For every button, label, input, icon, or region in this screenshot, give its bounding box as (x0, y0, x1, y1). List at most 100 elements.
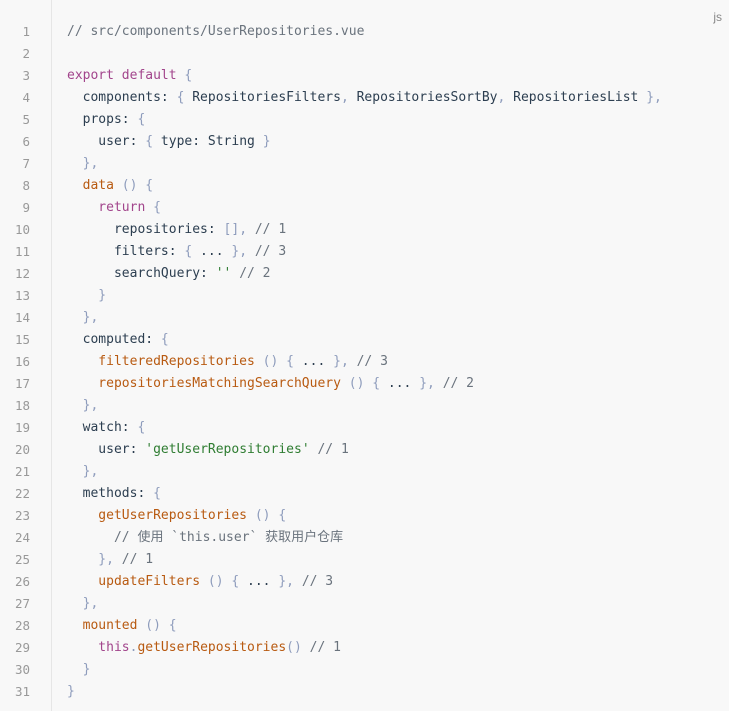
code-token: // 2 (239, 266, 271, 281)
code-line: 21 }, (0, 461, 729, 483)
code-token: } (262, 134, 271, 149)
code-token: '' (215, 266, 232, 281)
code-block: js 1// src/components/UserRepositories.v… (0, 0, 729, 711)
code-text: export default { (67, 65, 192, 87)
code-text: data () { (67, 175, 153, 197)
code-token: }, (419, 376, 435, 391)
code-token: searchQuery: (67, 266, 216, 281)
code-token: updateFilters (67, 574, 201, 589)
code-line: 27 }, (0, 593, 729, 615)
line-number: 30 (14, 662, 30, 677)
code-token: // 3 (301, 574, 334, 589)
line-number: 28 (14, 618, 30, 633)
code-text: user: 'getUserRepositories' // 1 (67, 439, 349, 461)
line-number: 21 (14, 464, 30, 479)
code-token: }, (646, 90, 662, 105)
code-line: 22 methods: { (0, 483, 729, 505)
code-line: 15 computed: { (0, 329, 729, 351)
code-text: computed: { (67, 329, 169, 351)
code-token: // 1 (309, 640, 341, 655)
code-token: filters: (67, 244, 185, 259)
code-text: }, // 1 (67, 549, 153, 571)
code-token: () (286, 640, 302, 655)
code-token: , (340, 90, 349, 105)
code-line: 11 filters: { ... }, // 3 (0, 241, 729, 263)
code-text: } (67, 285, 106, 307)
code-token: ... (192, 244, 232, 259)
code-text: getUserRepositories () { (67, 505, 286, 527)
line-number: 7 (22, 156, 30, 171)
code-line: 5 props: { (0, 109, 729, 131)
line-number: 6 (22, 134, 30, 149)
code-text: watch: { (67, 417, 146, 439)
code-text: user: { type: String } (67, 131, 271, 153)
code-text: // src/components/UserRepositories.vue (67, 21, 364, 43)
code-line: 10 repositories: [], // 1 (0, 219, 729, 241)
code-line: 3 export default { (0, 65, 729, 87)
code-token: }, (333, 354, 349, 369)
code-line: 23 getUserRepositories () { (0, 505, 729, 527)
line-number: 8 (22, 178, 30, 193)
code-token: }, (67, 398, 99, 413)
code-text: repositoriesMatchingSearchQuery () { ...… (67, 373, 474, 395)
code-token: props: (67, 112, 138, 127)
code-token: return (67, 200, 146, 215)
code-text: }, (67, 593, 99, 615)
code-text: }, (67, 153, 99, 175)
code-text: }, (67, 307, 99, 329)
line-number: 25 (14, 552, 30, 567)
line-number: 23 (14, 508, 30, 523)
code-line: 2 (0, 43, 729, 65)
code-text: filteredRepositories () { ... }, // 3 (67, 351, 388, 373)
code-token: user: (67, 442, 146, 457)
code-line: 26 updateFilters () { ... }, // 3 (0, 571, 729, 593)
line-number: 2 (22, 46, 30, 61)
code-text: } (67, 681, 75, 703)
code-token: // 3 (254, 244, 287, 259)
code-line: 14 }, (0, 307, 729, 329)
code-line: 24 // 使用 `this.user` 获取用户仓库 (0, 527, 729, 549)
code-token: { (184, 68, 193, 83)
code-line: 30 } (0, 659, 729, 681)
code-text: methods: { (67, 483, 161, 505)
code-token: 'getUserRepositories' (145, 442, 310, 457)
code-text: updateFilters () { ... }, // 3 (67, 571, 333, 593)
code-line: 16 filteredRepositories () { ... }, // 3 (0, 351, 729, 373)
line-number: 18 (14, 398, 30, 413)
code-token: repositoriesMatchingSearchQuery (67, 376, 341, 391)
code-token: // 2 (442, 376, 475, 391)
code-line: 19 watch: { (0, 417, 729, 439)
line-number: 24 (14, 530, 30, 545)
code-text: // 使用 `this.user` 获取用户仓库 (67, 527, 343, 549)
code-token: }, (67, 464, 99, 479)
line-number: 3 (22, 68, 30, 83)
code-token: }, (67, 156, 99, 171)
code-token: RepositoriesFilters (184, 90, 341, 105)
code-line: 6 user: { type: String } (0, 131, 729, 153)
code-token: getUserRepositories (67, 508, 248, 523)
line-number: 20 (14, 442, 30, 457)
code-token: getUserRepositories (137, 640, 287, 655)
code-text: mounted () { (67, 615, 177, 637)
code-line: 20 user: 'getUserRepositories' // 1 (0, 439, 729, 461)
code-token: filteredRepositories (67, 354, 255, 369)
code-text: repositories: [], // 1 (67, 219, 286, 241)
code-token: RepositoriesList (505, 90, 647, 105)
code-token: watch: (67, 420, 138, 435)
code-token: () { (262, 354, 294, 369)
code-line: 25 }, // 1 (0, 549, 729, 571)
code-token: // src/components/UserRepositories.vue (67, 24, 365, 39)
line-number: 1 (22, 24, 30, 39)
code-line: 31} (0, 681, 729, 703)
line-number: 11 (14, 244, 30, 259)
code-line: 9 return { (0, 197, 729, 219)
code-token: // 使用 `this.user` 获取用户仓库 (67, 530, 344, 545)
